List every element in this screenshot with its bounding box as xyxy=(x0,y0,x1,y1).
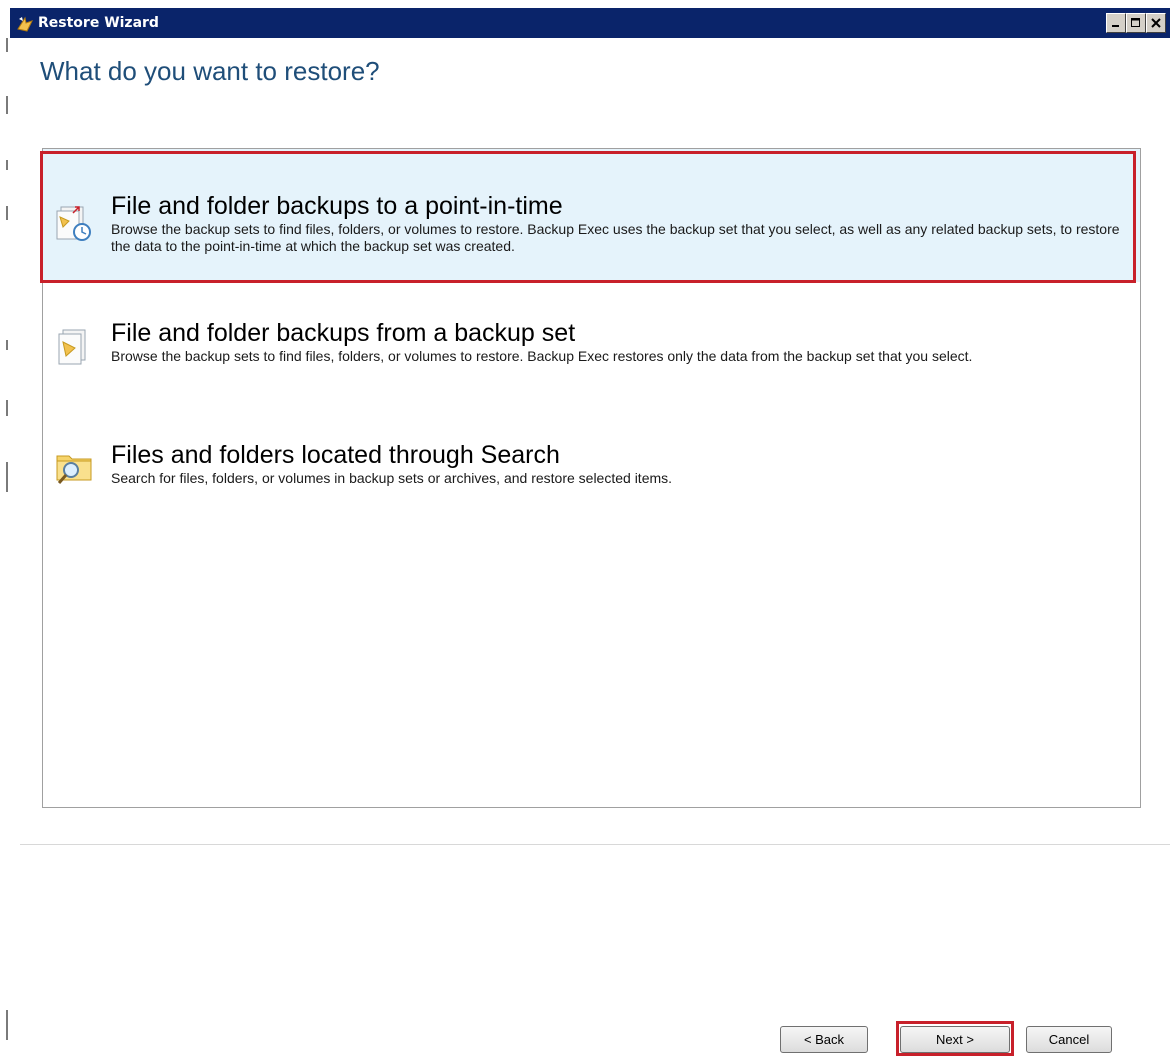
background-edge xyxy=(0,0,10,1057)
minimize-icon xyxy=(1112,25,1119,27)
option-title: File and folder backups from a backup se… xyxy=(111,319,576,347)
option-point-in-time[interactable]: File and folder backups to a point-in-ti… xyxy=(43,149,1140,282)
search-folder-icon xyxy=(56,455,92,484)
close-icon xyxy=(1151,18,1161,28)
maximize-icon xyxy=(1131,18,1140,27)
close-button[interactable] xyxy=(1146,13,1166,33)
footer-divider xyxy=(20,844,1170,845)
option-description: Browse the backup sets to find files, fo… xyxy=(111,348,973,364)
maximize-button[interactable] xyxy=(1126,13,1146,33)
option-backup-set[interactable]: File and folder backups from a backup se… xyxy=(43,282,1140,402)
window-controls xyxy=(1106,13,1166,33)
title-bar[interactable]: Restore Wizard xyxy=(10,8,1170,38)
option-title: File and folder backups to a point-in-ti… xyxy=(111,192,563,220)
option-title: Files and folders located through Search xyxy=(111,441,560,469)
back-button[interactable]: < Back xyxy=(780,1026,868,1053)
option-search[interactable]: Files and folders located through Search… xyxy=(43,402,1140,502)
restore-options-panel: File and folder backups to a point-in-ti… xyxy=(42,148,1141,808)
minimize-button[interactable] xyxy=(1106,13,1126,33)
option-description: Search for files, folders, or volumes in… xyxy=(111,470,673,486)
next-highlight-box xyxy=(896,1021,1014,1056)
backup-exec-app-icon xyxy=(17,16,33,32)
page-title: What do you want to restore? xyxy=(40,56,380,86)
option-description: Browse the backup sets to find files, fo… xyxy=(111,221,1120,254)
point-in-time-restore-icon xyxy=(56,206,91,241)
restore-wizard-window: Restore Wizard What do you want to resto… xyxy=(10,8,1170,1057)
backup-set-restore-icon xyxy=(58,329,86,365)
window-title: Restore Wizard xyxy=(38,15,159,31)
cancel-button[interactable]: Cancel xyxy=(1026,1026,1112,1053)
